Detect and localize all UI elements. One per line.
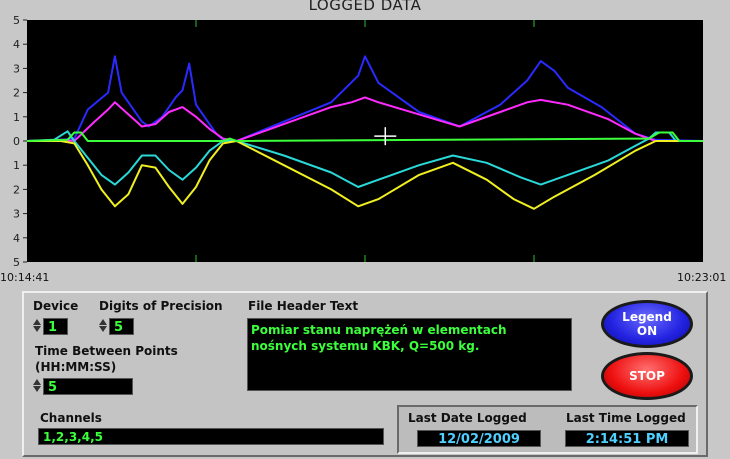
y-tick-label: 2	[13, 87, 20, 100]
time-between-points-label: Time Between Points	[35, 344, 178, 358]
spinner-up-icon[interactable]	[33, 319, 41, 325]
x-start-time-label: 10:14:41	[0, 271, 50, 284]
time-format-label: (HH:MM:SS)	[35, 360, 117, 374]
file-header-textarea[interactable]: Pomiar stanu naprężeń w elementach nośny…	[247, 318, 572, 391]
digits-precision-input[interactable]: 5	[109, 318, 134, 335]
y-tick-label: 0	[13, 135, 20, 148]
device-label: Device	[33, 299, 79, 313]
digits-spinner[interactable]	[99, 318, 107, 335]
y-tick-label: 3	[13, 208, 20, 221]
channels-label: Channels	[40, 411, 102, 425]
spinner-down-icon[interactable]	[33, 326, 41, 332]
device-input[interactable]: 1	[43, 318, 68, 335]
file-header-label: File Header Text	[248, 299, 359, 313]
y-tick-label: 5	[13, 256, 20, 269]
y-tick-label: 3	[13, 62, 20, 75]
time-between-spinner[interactable]	[33, 378, 41, 395]
last-logged-box: Last Date Logged Last Time Logged 12/02/…	[397, 405, 698, 454]
y-tick-label: 4	[13, 232, 20, 245]
x-end-time-label: 10:23:01	[677, 271, 727, 284]
spinner-up-icon[interactable]	[99, 319, 107, 325]
digits-precision-label: Digits of Precision	[99, 299, 223, 313]
last-time-value: 2:14:51 PM	[565, 430, 689, 447]
time-between-input[interactable]: 5	[43, 378, 133, 395]
y-tick-label: 2	[13, 183, 20, 196]
chart-svg: 5 4 3 2 1 0 1 2 3 4 5	[13, 14, 704, 269]
spinner-up-icon[interactable]	[33, 379, 41, 385]
legend-toggle-button[interactable]: Legend ON	[601, 300, 693, 348]
control-panel: Device 1 Digits of Precision 5 File Head…	[22, 291, 708, 457]
last-time-label: Last Time Logged	[566, 411, 686, 425]
y-tick-label: 1	[13, 159, 20, 172]
stop-button[interactable]: STOP	[601, 352, 693, 400]
last-date-label: Last Date Logged	[408, 411, 527, 425]
file-header-line: Pomiar stanu naprężeń w elementach	[251, 323, 507, 337]
channels-input[interactable]: 1,2,3,4,5	[38, 428, 384, 445]
y-tick-label: 1	[13, 111, 20, 124]
last-date-value: 12/02/2009	[417, 430, 541, 447]
stop-button-label: STOP	[629, 369, 665, 383]
legend-button-label: Legend	[622, 310, 672, 324]
spinner-down-icon[interactable]	[33, 386, 41, 392]
file-header-line: nośnych systemu KBK, Q=500 kg.	[251, 339, 480, 353]
legend-button-state: ON	[636, 324, 658, 338]
chart-plot-area[interactable]: 5 4 3 2 1 0 1 2 3 4 5	[0, 12, 730, 276]
spinner-down-icon[interactable]	[99, 326, 107, 332]
device-spinner[interactable]	[33, 318, 41, 335]
y-tick-label: 5	[13, 14, 20, 27]
y-tick-label: 4	[13, 38, 20, 51]
